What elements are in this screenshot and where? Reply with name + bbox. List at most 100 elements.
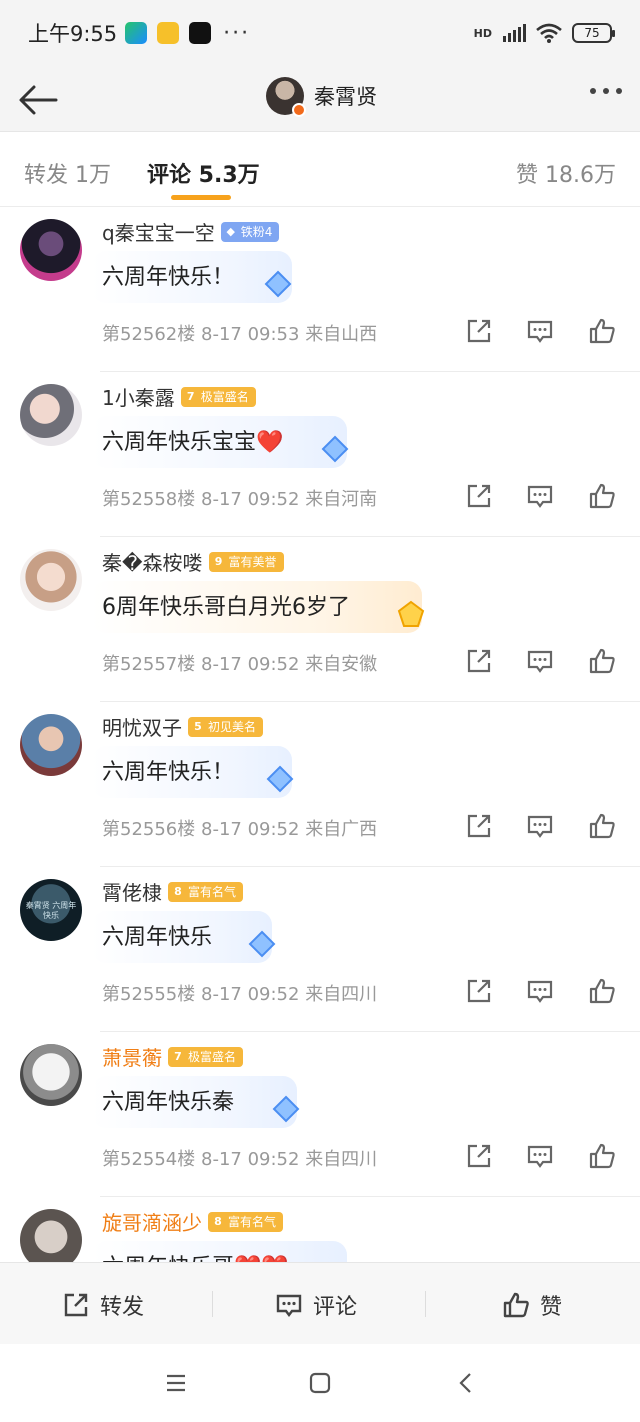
avatar[interactable] — [20, 1209, 82, 1262]
comment-text: 六周年快乐宝宝❤️ — [102, 430, 284, 455]
back-arrow-icon[interactable] — [16, 78, 60, 122]
comment-author-name[interactable]: 明忧双子 — [102, 712, 182, 741]
active-tab-indicator — [171, 195, 231, 200]
menu-icon[interactable] — [163, 1370, 189, 1396]
gold-gem-icon — [397, 600, 425, 627]
tab-likes[interactable]: 赞 18.6万 — [516, 157, 616, 189]
wifi-icon — [536, 23, 562, 43]
fan-badge: 7 极富盛名 — [168, 1046, 244, 1067]
like-button[interactable]: 赞 — [502, 1289, 562, 1321]
comment-item[interactable]: 萧景蘅 7 极富盛名 六周年快乐秦 第52554楼 8-17 09:52 来自四川 — [0, 1032, 640, 1197]
like-icon[interactable] — [588, 482, 616, 510]
more-options-icon[interactable] — [590, 88, 622, 94]
repost-icon — [64, 1293, 88, 1317]
like-label: 赞 — [540, 1295, 563, 1320]
repost-icon[interactable] — [465, 812, 493, 840]
home-icon[interactable] — [307, 1370, 333, 1396]
avatar[interactable] — [20, 384, 82, 446]
comment-icon[interactable] — [526, 482, 554, 510]
repost-icon[interactable] — [465, 317, 493, 345]
avatar[interactable] — [20, 219, 82, 281]
like-icon[interactable] — [588, 317, 616, 345]
verified-badge-icon — [292, 103, 306, 117]
repost-icon[interactable] — [465, 647, 493, 675]
comment-author-name[interactable]: 秦�森桉喽 — [102, 547, 203, 576]
comment-item[interactable]: q秦宝宝一空 ◆ 铁粉4 六周年快乐！ 第52562楼 8-17 09:53 来自… — [0, 207, 640, 372]
system-nav-bar — [0, 1344, 640, 1422]
comment-meta: 第52562楼 8-17 09:53 来自山西 — [102, 324, 378, 345]
comment-meta: 第52554楼 8-17 09:52 来自四川 — [102, 1149, 378, 1170]
back-icon[interactable] — [453, 1370, 479, 1396]
blue-diamond-icon — [264, 270, 292, 298]
comment-author-name[interactable]: q秦宝宝一空 — [102, 217, 215, 246]
status-time: 上午9:55 — [28, 22, 118, 46]
status-app-icons — [125, 22, 212, 44]
comment-item[interactable]: 旋哥滴涵少 8富有名气 六周年快乐哥❤️❤️ — [0, 1197, 640, 1262]
comment-label: 评论 — [313, 1295, 358, 1320]
like-icon[interactable] — [588, 812, 616, 840]
comment-item[interactable]: 明忧双子 5 初见美名 六周年快乐！ 第52556楼 8-17 09:52 来自广… — [0, 702, 640, 867]
blue-diamond-icon — [272, 1095, 300, 1123]
blue-diamond-icon — [248, 930, 276, 958]
comment-text: 六周年快乐哥❤️❤️ — [102, 1249, 289, 1262]
comment-meta: 第52558楼 8-17 09:52 来自河南 — [102, 489, 378, 510]
signal-icon — [503, 24, 526, 42]
battery-indicator: 75 — [572, 23, 615, 43]
repost-icon[interactable] — [465, 977, 493, 1005]
comment-icon[interactable] — [526, 977, 554, 1005]
comment-item[interactable]: 秦霄贤 六周年快乐 霄佬棣 8 富有名气 六周年快乐 第52555楼 8-17 0… — [0, 867, 640, 1032]
comment-author-name[interactable]: 1小秦露 — [102, 382, 175, 411]
hd-indicator: HD — [473, 26, 492, 40]
comment-icon[interactable] — [526, 1142, 554, 1170]
repost-label: 转发 — [100, 1295, 145, 1320]
fan-badge: 5 初见美名 — [188, 716, 264, 737]
nav-author[interactable]: 秦霄贤 — [266, 77, 377, 117]
comment-text: 六周年快乐秦 — [102, 1090, 235, 1115]
video-app-icon — [125, 22, 148, 44]
tab-comments[interactable]: 评论 5.3万 — [147, 157, 260, 189]
avatar[interactable] — [20, 714, 82, 776]
comment-item[interactable]: 秦�森桉喽 9 富有美誉 6周年快乐哥白月光6岁了 第52557楼 8-17 09… — [0, 537, 640, 702]
comment-icon[interactable] — [526, 317, 554, 345]
fan-badge: 8 富有名气 — [208, 1211, 284, 1232]
avatar[interactable] — [20, 1044, 82, 1106]
comment-icon[interactable] — [526, 647, 554, 675]
fan-badge: 7 极富盛名 — [180, 386, 256, 407]
avatar[interactable] — [20, 549, 82, 611]
fan-badge: 9 富有美誉 — [208, 551, 284, 572]
author-avatar[interactable] — [266, 77, 306, 117]
comment-text: 6周年快乐哥白月光6岁了 — [102, 595, 350, 620]
tab-repost[interactable]: 转发 1万 — [24, 157, 111, 189]
repost-icon[interactable] — [465, 1142, 493, 1170]
bottom-action-bar: 转发 评论 赞 — [0, 1262, 640, 1344]
comment-text: 六周年快乐！ — [102, 760, 235, 785]
comment-meta: 第52556楼 8-17 09:52 来自广西 — [102, 819, 378, 840]
like-icon[interactable] — [588, 1142, 616, 1170]
fan-badge: ◆ 铁粉4 — [220, 221, 280, 242]
nav-title: 秦霄贤 — [314, 85, 377, 109]
comment-button[interactable]: 评论 — [275, 1289, 357, 1321]
fan-badge: 8 富有名气 — [168, 881, 244, 902]
like-icon[interactable] — [588, 977, 616, 1005]
comment-icon — [276, 1294, 302, 1317]
divider — [212, 1291, 213, 1317]
blue-diamond-icon — [266, 765, 294, 793]
tiktok-app-icon — [189, 22, 212, 44]
comment-icon[interactable] — [526, 812, 554, 840]
status-more-icon: ··· — [223, 20, 251, 46]
comment-author-name[interactable]: 旋哥滴涵少 — [102, 1207, 202, 1236]
comment-author-name[interactable]: 霄佬棣 — [102, 877, 162, 906]
comment-author-name[interactable]: 萧景蘅 — [102, 1042, 162, 1071]
repost-button[interactable]: 转发 — [62, 1289, 144, 1321]
status-bar: 上午9:55 ··· HD 75 — [0, 0, 640, 66]
comment-item[interactable]: 1小秦露 7 极富盛名 六周年快乐宝宝❤️ 第52558楼 8-17 09:52 … — [0, 372, 640, 537]
like-icon[interactable] — [588, 647, 616, 675]
divider — [425, 1291, 426, 1317]
weibo-app-icon — [157, 22, 180, 44]
comment-meta: 第52555楼 8-17 09:52 来自四川 — [102, 984, 378, 1005]
avatar-caption: 秦霄贤 六周年快乐 — [25, 901, 77, 920]
blue-diamond-icon — [321, 435, 349, 463]
comment-text: 六周年快乐 — [102, 925, 213, 950]
repost-icon[interactable] — [465, 482, 493, 510]
avatar[interactable]: 秦霄贤 六周年快乐 — [20, 879, 82, 941]
